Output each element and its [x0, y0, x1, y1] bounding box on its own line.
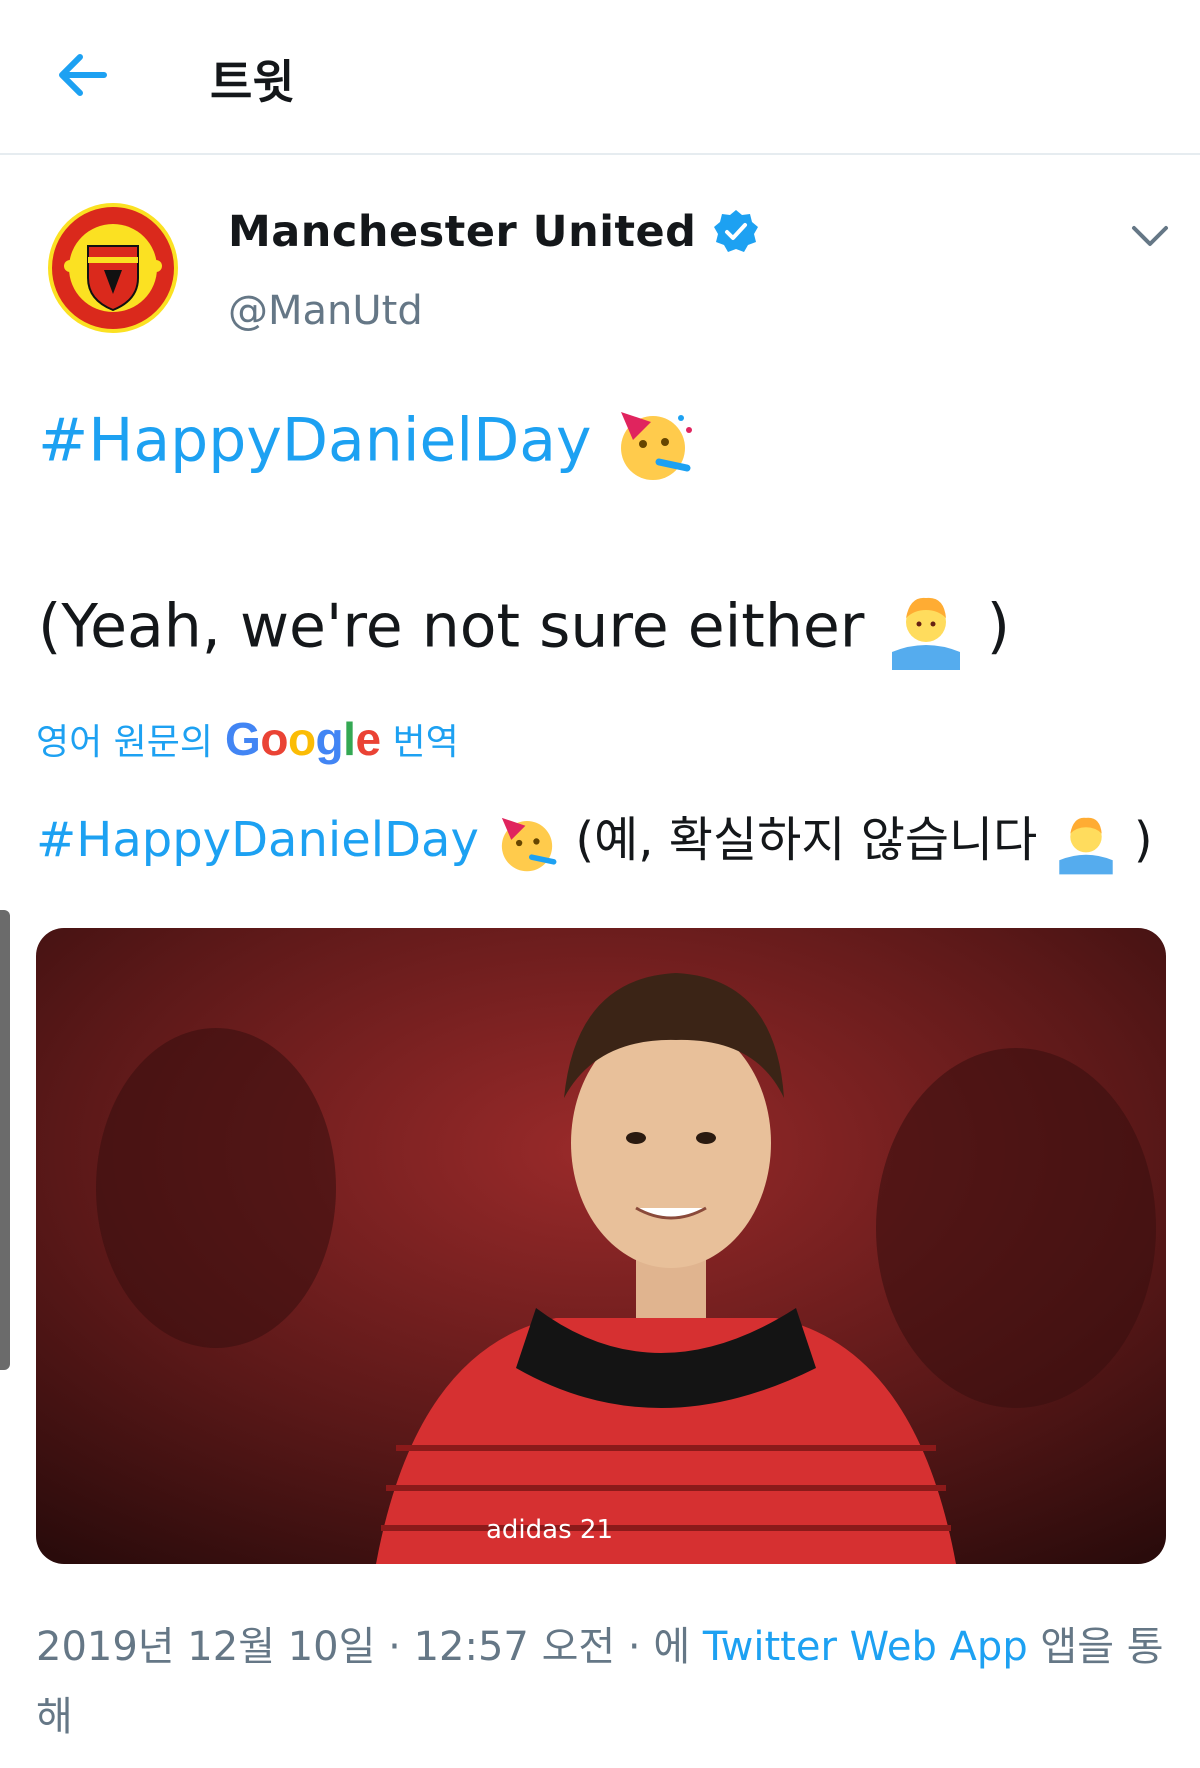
google-logo: Google: [225, 713, 381, 765]
arrow-left-icon[interactable]: [48, 40, 118, 110]
jersey-brand-text: adidas 21: [486, 1515, 613, 1545]
author-handle[interactable]: @ManUtd: [228, 288, 423, 334]
translate-prefix: 영어 원문의: [36, 722, 214, 763]
page-title: 트윗: [210, 55, 295, 109]
meta-separator: · 에: [615, 1624, 703, 1670]
translation-attribution[interactable]: 영어 원문의 Google 번역: [36, 712, 459, 766]
tweet-text: (Yeah, we're not sure either: [38, 591, 865, 662]
translated-hashtag-link[interactable]: #HappyDanielDay: [36, 812, 479, 868]
author-row[interactable]: Manchester United: [228, 207, 760, 257]
tweet-text-line2: (Yeah, we're not sure either ): [38, 588, 1010, 672]
chevron-down-icon[interactable]: [1128, 218, 1172, 254]
tweet-time[interactable]: 12:57 오전: [414, 1624, 616, 1670]
partying-face-emoji: [620, 412, 692, 480]
tweet-date[interactable]: 2019년 12월 10일: [36, 1624, 375, 1670]
meta-separator: ·: [375, 1624, 414, 1670]
partying-face-emoji: [501, 817, 557, 872]
tweet-text-line1: #HappyDanielDay: [38, 402, 695, 486]
translated-text: #HappyDanielDay (예, 확실하지 않습니다 ): [36, 800, 1153, 876]
avatar[interactable]: [48, 200, 178, 336]
author-name[interactable]: Manchester United: [228, 207, 696, 257]
tweet-text-close: ): [986, 591, 1011, 662]
translated-close: ): [1133, 812, 1153, 868]
man-shrugging-emoji: [1058, 817, 1113, 875]
tweet-metadata: 2019년 12월 10일 · 12:57 오전 · 에 Twitter Web…: [36, 1612, 1166, 1752]
tweet-source-link[interactable]: Twitter Web App: [703, 1624, 1028, 1670]
translate-suffix: 번역: [392, 722, 459, 763]
scrollbar[interactable]: [0, 910, 10, 1370]
hashtag-link[interactable]: #HappyDanielDay: [38, 406, 592, 476]
tweet-photo[interactable]: adidas 21: [36, 928, 1166, 1564]
verified-badge-icon: [714, 210, 759, 252]
man-shrugging-emoji: [891, 597, 960, 670]
translated-body: (예, 확실하지 않습니다: [575, 812, 1038, 868]
top-bar: 트윗: [0, 0, 1200, 155]
